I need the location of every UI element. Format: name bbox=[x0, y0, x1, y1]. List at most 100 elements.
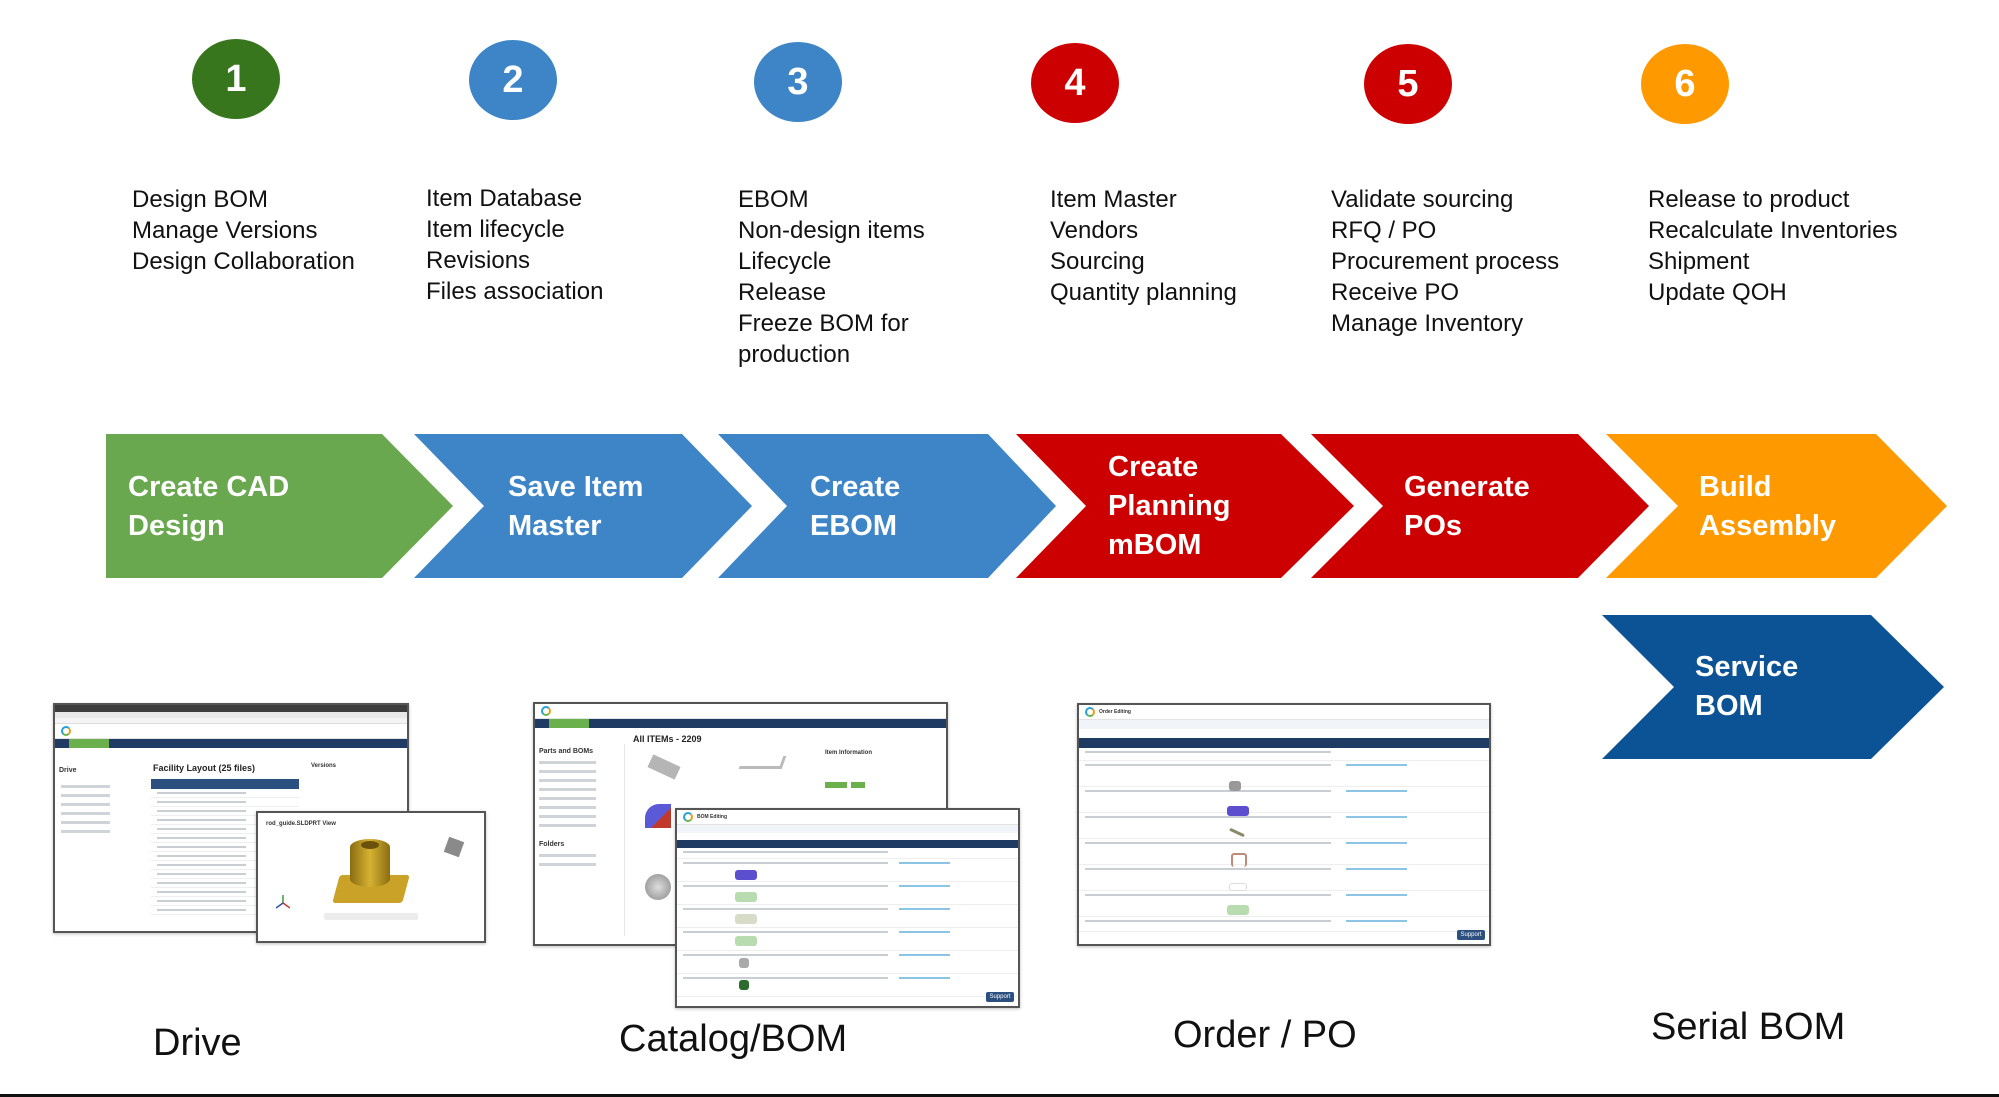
label-line: Design bbox=[128, 510, 225, 542]
sidebar-title: Parts and BOMs bbox=[539, 748, 594, 755]
create-button[interactable] bbox=[69, 739, 109, 748]
order-editing-title: Order Editing bbox=[1099, 709, 1131, 715]
bom-toolbar bbox=[677, 840, 1018, 848]
label-catalog-bom: Catalog/BOM bbox=[619, 1018, 848, 1060]
chevron-label-build-assembly: Build Assembly bbox=[1699, 468, 1836, 546]
label-line: Generate bbox=[1404, 471, 1530, 503]
chevron-label-create-planning-mbom: Create Planning mBOM bbox=[1108, 448, 1230, 565]
catalog-title: All ITEMs - 2209 bbox=[633, 734, 702, 744]
folders-title: Folders bbox=[539, 841, 565, 848]
app-header bbox=[535, 704, 946, 719]
part-thumbnail bbox=[735, 914, 757, 924]
bom-editing-screenshot: BOM Editing Support bbox=[675, 808, 1020, 1008]
label-line: Planning bbox=[1108, 490, 1231, 522]
order-selector-bar[interactable] bbox=[1079, 729, 1489, 738]
app-navbar bbox=[55, 739, 407, 748]
item-thumbnail[interactable] bbox=[645, 874, 671, 900]
viewer-title: rod_guide.SLDPRT View bbox=[266, 821, 336, 827]
browser-tabbar bbox=[55, 705, 407, 712]
part-thumbnail bbox=[1227, 806, 1249, 816]
item-thumbnail[interactable] bbox=[645, 804, 671, 828]
item-thumbnail[interactable] bbox=[647, 754, 681, 780]
label-serial-bom: Serial BOM bbox=[1651, 1006, 1846, 1048]
label-line: BOM bbox=[1695, 690, 1763, 722]
item-action-button[interactable] bbox=[825, 782, 847, 788]
table-row[interactable] bbox=[677, 859, 1018, 882]
support-button[interactable]: Support bbox=[1457, 930, 1485, 940]
app-logo-icon bbox=[541, 706, 551, 716]
cad-viewer-window: rod_guide.SLDPRT View bbox=[256, 811, 486, 943]
drive-folder-title: Facility Layout (25 files) bbox=[153, 763, 256, 773]
label-line: Create bbox=[1108, 451, 1199, 483]
table-row[interactable] bbox=[1079, 891, 1489, 917]
bom-editing-title: BOM Editing bbox=[697, 814, 727, 820]
chevron-label-save-item-master: Save Item Master bbox=[508, 468, 643, 546]
label-drive: Drive bbox=[153, 1022, 242, 1064]
part-thumbnail bbox=[1229, 781, 1241, 791]
label-line: POs bbox=[1404, 510, 1463, 542]
cad-part-hole bbox=[361, 841, 379, 849]
drive-sidebar-title: Drive bbox=[59, 767, 77, 774]
table-row[interactable] bbox=[677, 882, 1018, 905]
table-row[interactable] bbox=[1079, 917, 1489, 932]
app-navbar bbox=[535, 719, 946, 728]
drive-folder-tree bbox=[61, 779, 131, 839]
item-action-button[interactable] bbox=[851, 782, 865, 788]
table-header bbox=[151, 779, 299, 789]
app-logo-icon bbox=[683, 812, 693, 822]
label-line: Create CAD bbox=[128, 471, 290, 503]
table-row[interactable] bbox=[677, 974, 1018, 997]
label-line: Service bbox=[1695, 651, 1799, 683]
chevron-label-service-bom: Service BOM bbox=[1695, 648, 1798, 726]
part-thumbnail bbox=[1229, 883, 1247, 891]
label-line: EBOM bbox=[810, 510, 897, 542]
item-info-title: Item Information bbox=[825, 750, 873, 756]
app-logo-icon bbox=[61, 726, 71, 736]
filter-bar[interactable] bbox=[677, 825, 1018, 833]
table-row[interactable] bbox=[1079, 839, 1489, 865]
table-row[interactable] bbox=[677, 951, 1018, 974]
label-line: Build bbox=[1699, 471, 1772, 503]
support-button[interactable]: Support bbox=[986, 992, 1014, 1002]
app-header: BOM Editing bbox=[677, 810, 1018, 825]
table-header bbox=[677, 848, 1018, 859]
table-row[interactable] bbox=[677, 928, 1018, 951]
part-thumbnail bbox=[735, 870, 757, 880]
table-row[interactable] bbox=[677, 905, 1018, 928]
part-thumbnail bbox=[735, 936, 757, 946]
order-editing-screenshot: Order Editing Support bbox=[1077, 703, 1491, 946]
part-thumbnail bbox=[739, 980, 749, 990]
part-thumbnail bbox=[1231, 853, 1247, 867]
selector-bar[interactable] bbox=[677, 833, 1018, 840]
table-row[interactable] bbox=[1079, 865, 1489, 891]
axis-triad-icon bbox=[275, 895, 291, 909]
view-cube-icon[interactable] bbox=[443, 836, 465, 858]
label-line: Assembly bbox=[1699, 510, 1837, 542]
label-line: Create bbox=[810, 471, 901, 503]
catalog-sidebar: Parts and BOMs Folders bbox=[535, 744, 625, 936]
label-line: Master bbox=[508, 510, 602, 542]
label-line: Save Item bbox=[508, 471, 644, 503]
app-header: Order Editing bbox=[1079, 705, 1489, 720]
item-thumbnail[interactable] bbox=[738, 756, 787, 769]
order-toolbar bbox=[1079, 738, 1489, 748]
chevron-label-generate-pos: Generate POs bbox=[1404, 468, 1530, 546]
table-header bbox=[1079, 748, 1489, 761]
table-row[interactable] bbox=[1079, 761, 1489, 787]
order-filter-bar[interactable] bbox=[1079, 720, 1489, 729]
app-logo-icon bbox=[1085, 707, 1095, 717]
app-header bbox=[55, 724, 407, 739]
create-button[interactable] bbox=[549, 719, 589, 728]
table-row[interactable] bbox=[1079, 787, 1489, 813]
table-row[interactable] bbox=[151, 798, 299, 807]
part-thumbnail bbox=[739, 958, 749, 968]
label-line: mBOM bbox=[1108, 529, 1202, 561]
part-thumbnail bbox=[735, 892, 757, 902]
versions-panel-title: Versions bbox=[311, 763, 337, 769]
table-row[interactable] bbox=[151, 789, 299, 798]
chevron-label-create-ebom: Create EBOM bbox=[810, 468, 900, 546]
label-order-po: Order / PO bbox=[1173, 1014, 1357, 1056]
table-row[interactable] bbox=[1079, 813, 1489, 839]
part-thumbnail bbox=[1227, 905, 1249, 915]
viewer-toolbar[interactable] bbox=[324, 913, 418, 920]
